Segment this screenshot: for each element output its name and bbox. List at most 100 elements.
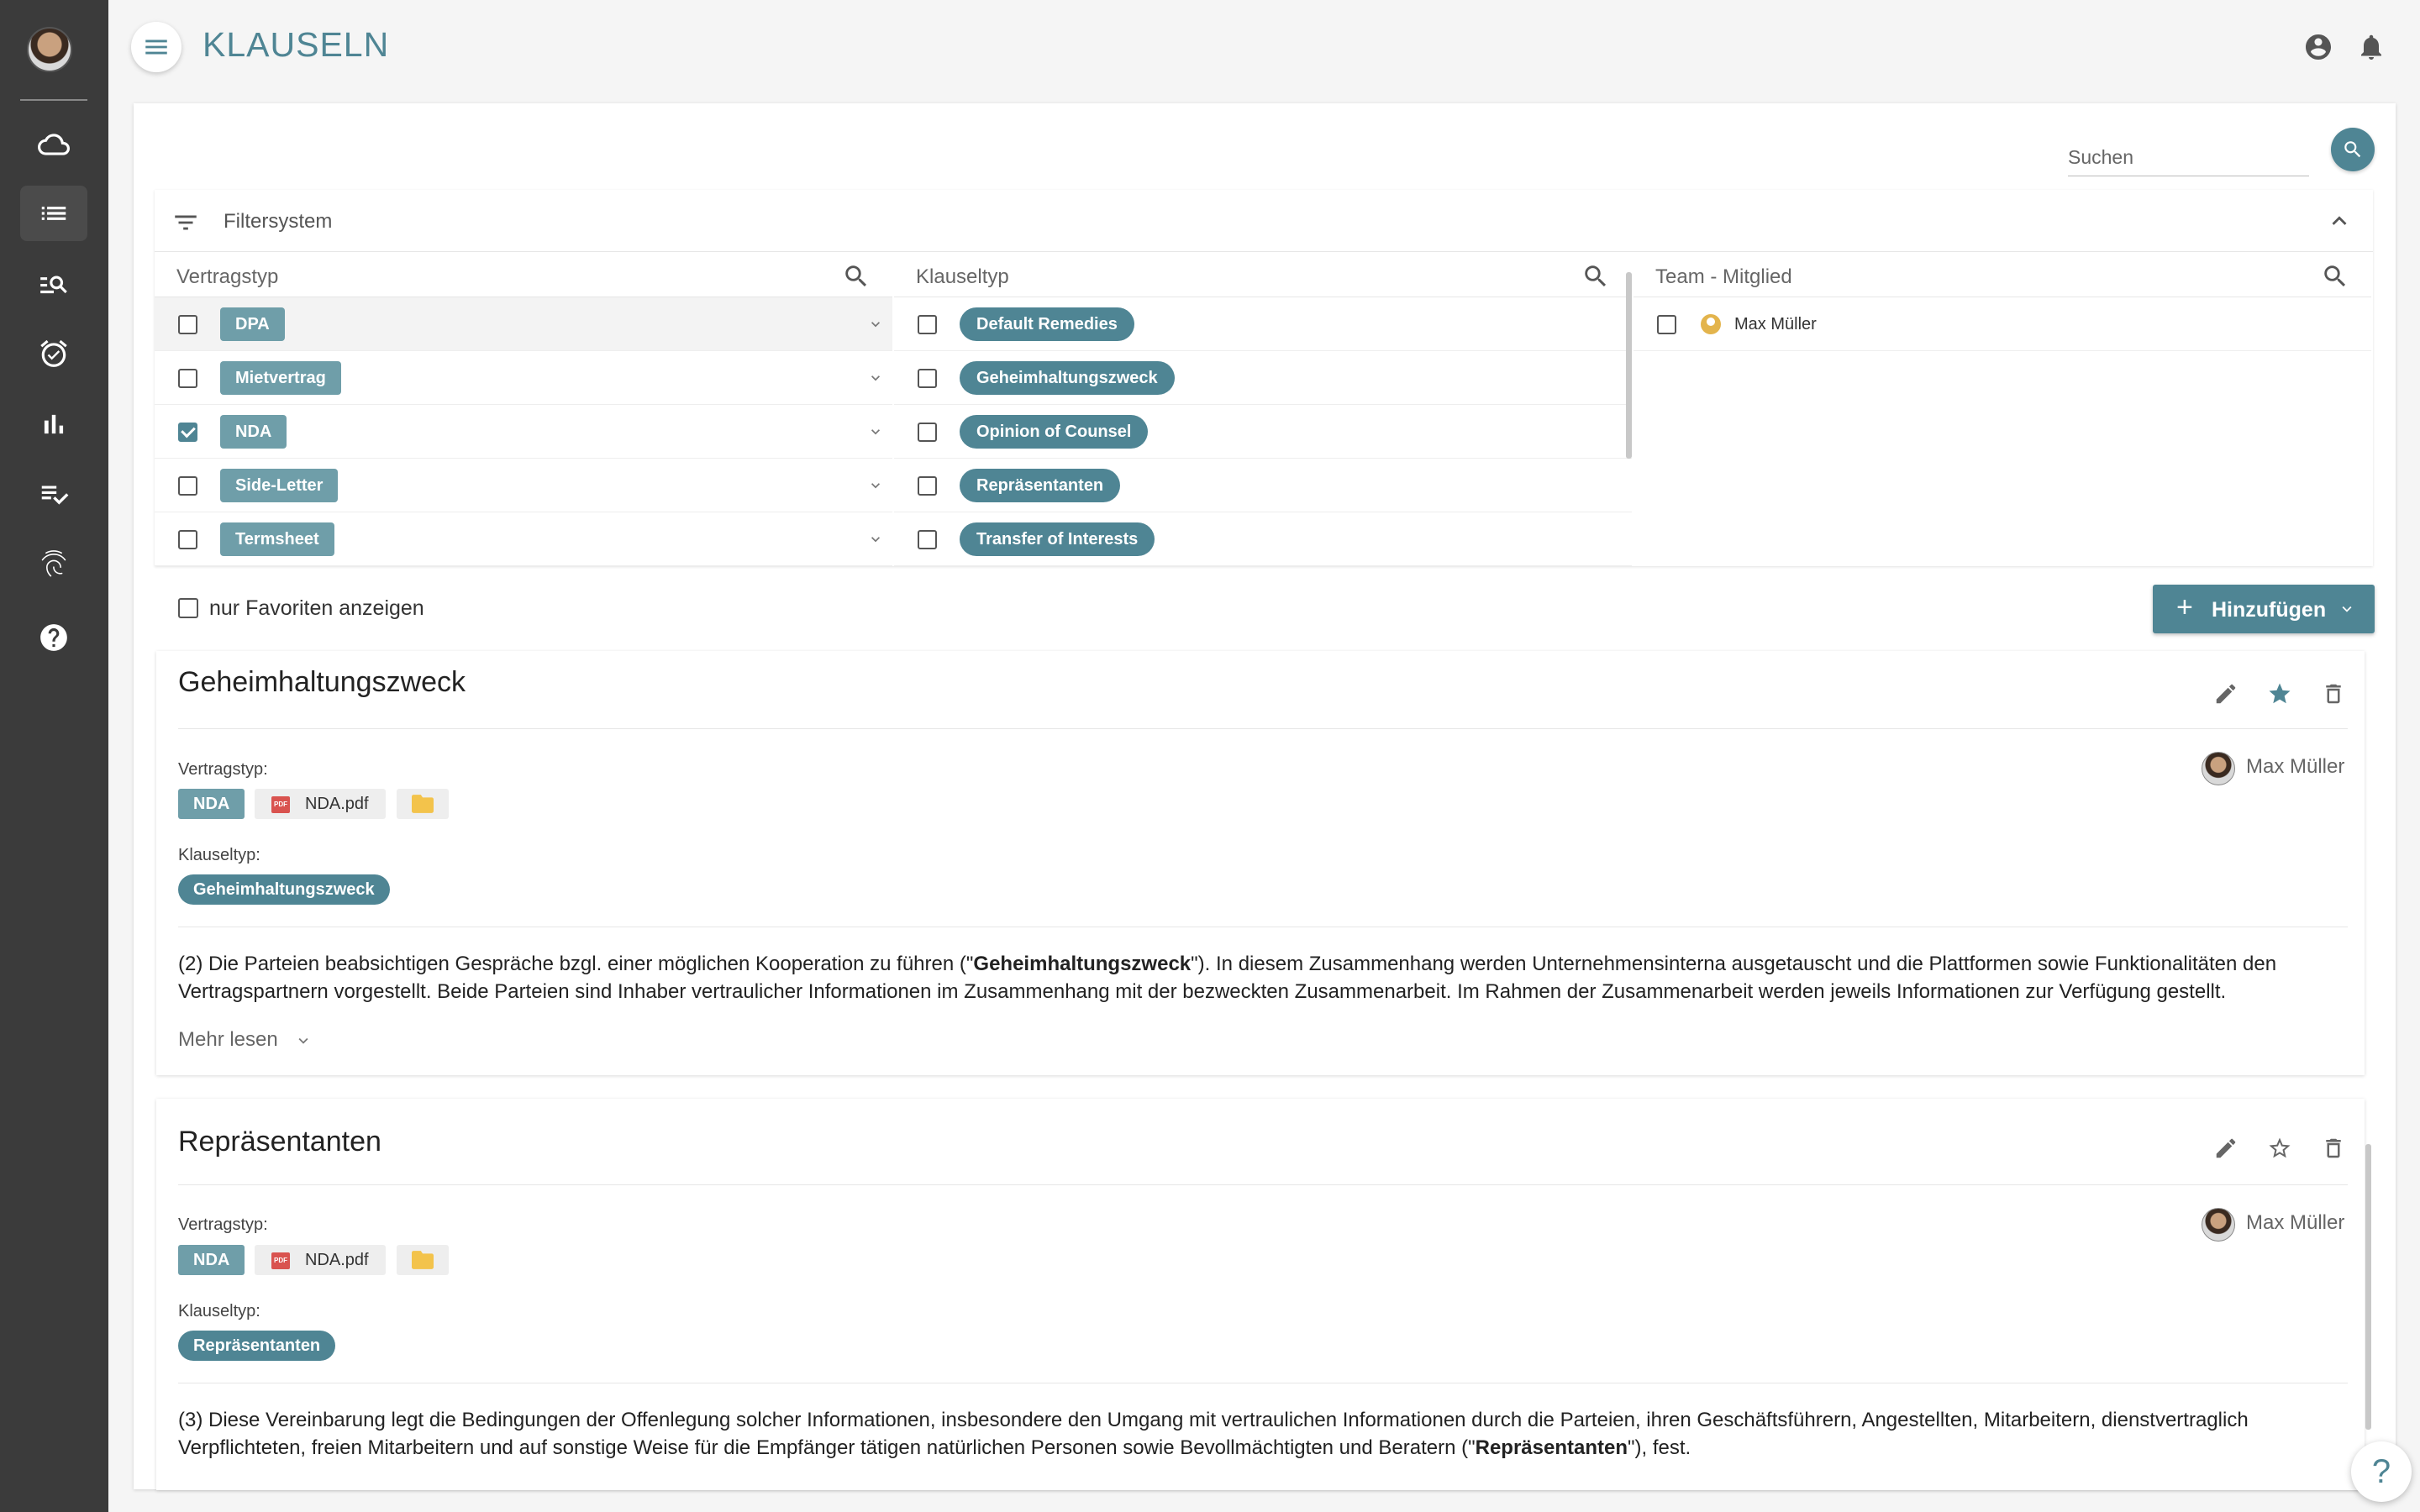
file-name: NDA.pdf bbox=[305, 1251, 369, 1269]
checkbox[interactable] bbox=[178, 476, 197, 496]
filter-icon bbox=[171, 208, 200, 237]
checkbox[interactable] bbox=[918, 315, 937, 334]
owner-name: Max Müller bbox=[2246, 1211, 2345, 1234]
list-item[interactable]: Default Remedies bbox=[894, 297, 1632, 351]
folder-icon bbox=[412, 795, 434, 813]
main-scrollbar[interactable] bbox=[2365, 1144, 2371, 1430]
klauseltyp-caption: Klauseltyp: bbox=[178, 846, 260, 864]
list-item[interactable]: Repräsentanten bbox=[894, 459, 1632, 512]
alarm-check-icon bbox=[40, 339, 67, 367]
sidebar-item-checklist[interactable] bbox=[20, 466, 87, 522]
checkbox[interactable] bbox=[178, 530, 197, 549]
fingerprint-icon bbox=[41, 550, 66, 577]
file-chip[interactable]: NDA.pdf bbox=[255, 1245, 386, 1275]
clause-text: (3) Diese Vereinbarung legt die Bedingun… bbox=[178, 1409, 2249, 1459]
sidebar-item-list[interactable] bbox=[20, 186, 87, 241]
sidebar-divider bbox=[20, 99, 87, 101]
sidebar-item-stats[interactable] bbox=[20, 396, 87, 452]
team-column: Team - Mitglied Max Müller bbox=[1634, 254, 2371, 504]
checkbox[interactable] bbox=[178, 369, 197, 388]
vertragstyp-tag: NDA bbox=[178, 789, 245, 819]
search-icon[interactable] bbox=[2321, 262, 2349, 291]
search-input[interactable] bbox=[2068, 143, 2309, 169]
chevron-down-icon[interactable] bbox=[867, 316, 884, 333]
list-item[interactable]: Opinion of Counsel bbox=[894, 405, 1632, 459]
clause-text: (2) Die Parteien beabsichtigen Gespräche… bbox=[178, 953, 2277, 1003]
klauseltyp-scrollbar[interactable] bbox=[1626, 272, 1632, 459]
avatar bbox=[2202, 752, 2235, 785]
member-name: Max Müller bbox=[1734, 315, 1817, 333]
search-icon[interactable] bbox=[842, 262, 871, 291]
sidebar-item-fingerprint[interactable] bbox=[20, 536, 87, 591]
clause-title: Geheimhaltungszweck bbox=[178, 666, 466, 698]
filter-header[interactable]: Filtersystem bbox=[155, 190, 2373, 252]
chevron-down-icon[interactable] bbox=[867, 531, 884, 548]
search-icon[interactable] bbox=[1581, 262, 1610, 291]
edit-icon[interactable] bbox=[2213, 1136, 2238, 1161]
klauseltyp-pill: Default Remedies bbox=[960, 307, 1134, 341]
list-item[interactable]: Geheimhaltungszweck bbox=[894, 351, 1632, 405]
list-icon bbox=[41, 207, 66, 220]
file-chip[interactable]: NDA.pdf bbox=[255, 789, 386, 819]
user-avatar[interactable] bbox=[27, 27, 72, 72]
chevron-down-icon[interactable] bbox=[867, 423, 884, 440]
folder-button[interactable] bbox=[397, 789, 449, 819]
checkbox[interactable] bbox=[918, 423, 937, 442]
list-item[interactable]: NDA bbox=[155, 405, 892, 459]
sidebar-item-search-list[interactable] bbox=[20, 256, 87, 312]
star-icon[interactable] bbox=[2267, 681, 2292, 706]
search-button[interactable] bbox=[2331, 128, 2375, 171]
menu-button[interactable] bbox=[131, 22, 182, 72]
chevron-down-icon[interactable] bbox=[2338, 600, 2356, 618]
favorites-label: nur Favoriten anzeigen bbox=[209, 596, 424, 620]
vertragstyp-tag: Termsheet bbox=[220, 522, 334, 556]
favorites-checkbox[interactable] bbox=[178, 598, 198, 618]
owner-name: Max Müller bbox=[2246, 755, 2345, 778]
read-more-link[interactable]: Mehr lesen bbox=[178, 1028, 308, 1052]
vertragstyp-caption: Vertragstyp: bbox=[178, 760, 268, 779]
add-button[interactable]: + Hinzufügen bbox=[2153, 585, 2375, 633]
chevron-down-icon[interactable] bbox=[867, 370, 884, 386]
checkbox[interactable] bbox=[1657, 315, 1676, 334]
chevron-down-icon[interactable] bbox=[867, 477, 884, 494]
klauseltyp-pill: Repräsentanten bbox=[178, 1331, 336, 1361]
checkbox[interactable] bbox=[918, 530, 937, 549]
playlist-check-icon bbox=[41, 486, 69, 505]
notifications-button[interactable] bbox=[2356, 32, 2386, 62]
sidebar-item-alarm[interactable] bbox=[20, 326, 87, 381]
klauseltyp-pill: Geheimhaltungszweck bbox=[960, 361, 1175, 395]
help-button[interactable]: ? bbox=[2351, 1441, 2412, 1502]
bar-chart-icon bbox=[44, 414, 64, 434]
pdf-icon bbox=[271, 796, 290, 813]
star-outline-icon[interactable] bbox=[2267, 1136, 2292, 1161]
list-item[interactable]: Transfer of Interests bbox=[894, 512, 1632, 566]
manage-search-icon bbox=[40, 276, 67, 294]
checkbox[interactable] bbox=[918, 476, 937, 496]
klauseltyp-pill: Opinion of Counsel bbox=[960, 415, 1149, 449]
vertragstyp-tag: NDA bbox=[220, 415, 287, 449]
divider bbox=[178, 1184, 2348, 1185]
list-item[interactable]: Mietvertrag bbox=[155, 351, 892, 405]
delete-icon[interactable] bbox=[2321, 1136, 2346, 1161]
sidebar-item-cloud[interactable] bbox=[20, 117, 87, 172]
list-item[interactable]: Max Müller bbox=[1634, 297, 2371, 351]
folder-button[interactable] bbox=[397, 1245, 449, 1275]
list-item[interactable]: Termsheet bbox=[155, 512, 892, 566]
delete-icon[interactable] bbox=[2321, 681, 2346, 706]
checkbox-checked[interactable] bbox=[178, 423, 197, 442]
team-label: Team - Mitglied bbox=[1655, 265, 1792, 288]
edit-icon[interactable] bbox=[2213, 681, 2238, 706]
list-item[interactable]: Side-Letter bbox=[155, 459, 892, 512]
sidebar bbox=[0, 0, 108, 1512]
klauseltyp-pill: Geheimhaltungszweck bbox=[178, 874, 390, 905]
page-title: KLAUSELN bbox=[203, 25, 390, 64]
chevron-up-icon[interactable] bbox=[2325, 207, 2354, 235]
checkbox[interactable] bbox=[918, 369, 937, 388]
search-field[interactable] bbox=[2068, 143, 2309, 176]
account-button[interactable] bbox=[2303, 32, 2333, 62]
account-circle-icon bbox=[2306, 34, 2331, 60]
sidebar-item-help[interactable] bbox=[20, 610, 87, 665]
checkbox[interactable] bbox=[178, 315, 197, 334]
clause-card: Repräsentanten Max Müller Vertragstyp: N… bbox=[156, 1099, 2365, 1490]
list-item[interactable]: DPA bbox=[155, 297, 892, 351]
